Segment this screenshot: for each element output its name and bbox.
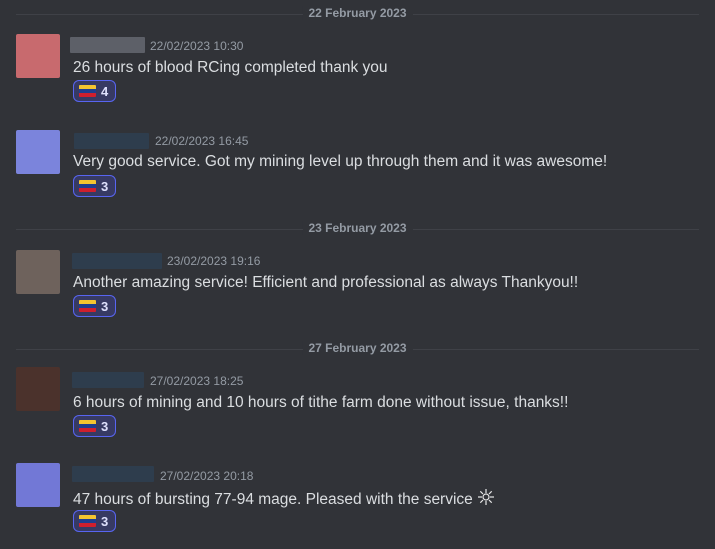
username-redacted[interactable] xyxy=(72,372,144,388)
venezuela-flag-icon xyxy=(79,420,96,432)
venezuela-flag-icon xyxy=(79,515,96,527)
reaction-button[interactable]: 3 xyxy=(73,415,116,437)
venezuela-flag-icon xyxy=(79,300,96,312)
date-divider: 22 February 2023 xyxy=(16,6,699,20)
message-text: 26 hours of blood RCing completed thank … xyxy=(73,59,388,76)
venezuela-flag-icon xyxy=(79,180,96,192)
username-redacted[interactable] xyxy=(72,253,162,269)
username-redacted[interactable] xyxy=(72,466,154,482)
reaction-button[interactable]: 3 xyxy=(73,175,116,197)
date-divider-label: 22 February 2023 xyxy=(302,6,413,20)
reaction-count: 3 xyxy=(101,178,109,194)
date-divider-label: 23 February 2023 xyxy=(302,221,413,235)
date-divider-label: 27 February 2023 xyxy=(302,341,413,355)
message-text: 47 hours of bursting 77-94 mage. Pleased… xyxy=(73,488,495,511)
reaction-count: 3 xyxy=(101,298,109,314)
avatar[interactable] xyxy=(16,463,60,507)
date-divider: 23 February 2023 xyxy=(16,221,699,235)
message-timestamp: 22/02/2023 10:30 xyxy=(150,39,244,53)
avatar[interactable] xyxy=(16,250,60,294)
avatar[interactable] xyxy=(16,34,60,78)
reaction-count: 3 xyxy=(101,513,109,529)
date-divider: 27 February 2023 xyxy=(16,341,699,355)
message-timestamp: 22/02/2023 16:45 xyxy=(155,134,249,148)
reaction-count: 3 xyxy=(101,418,109,434)
reaction-button[interactable]: 3 xyxy=(73,295,116,317)
message-timestamp: 27/02/2023 18:25 xyxy=(150,374,244,388)
reaction-count: 4 xyxy=(101,83,109,99)
venezuela-flag-icon xyxy=(79,85,96,97)
message-timestamp: 27/02/2023 20:18 xyxy=(160,469,254,483)
message-text-content: 47 hours of bursting 77-94 mage. Pleased… xyxy=(73,491,473,508)
reaction-button[interactable]: 4 xyxy=(73,80,116,102)
message-text: Another amazing service! Efficient and p… xyxy=(73,274,579,291)
message-text: Very good service. Got my mining level u… xyxy=(73,153,608,170)
username-redacted[interactable] xyxy=(74,133,149,149)
avatar[interactable] xyxy=(16,130,60,174)
message-timestamp: 23/02/2023 19:16 xyxy=(167,254,261,268)
reaction-button[interactable]: 3 xyxy=(73,510,116,532)
username-redacted[interactable] xyxy=(70,37,145,53)
avatar[interactable] xyxy=(16,367,60,411)
message-text: 6 hours of mining and 10 hours of tithe … xyxy=(73,394,569,411)
sparkle-icon xyxy=(477,488,495,511)
